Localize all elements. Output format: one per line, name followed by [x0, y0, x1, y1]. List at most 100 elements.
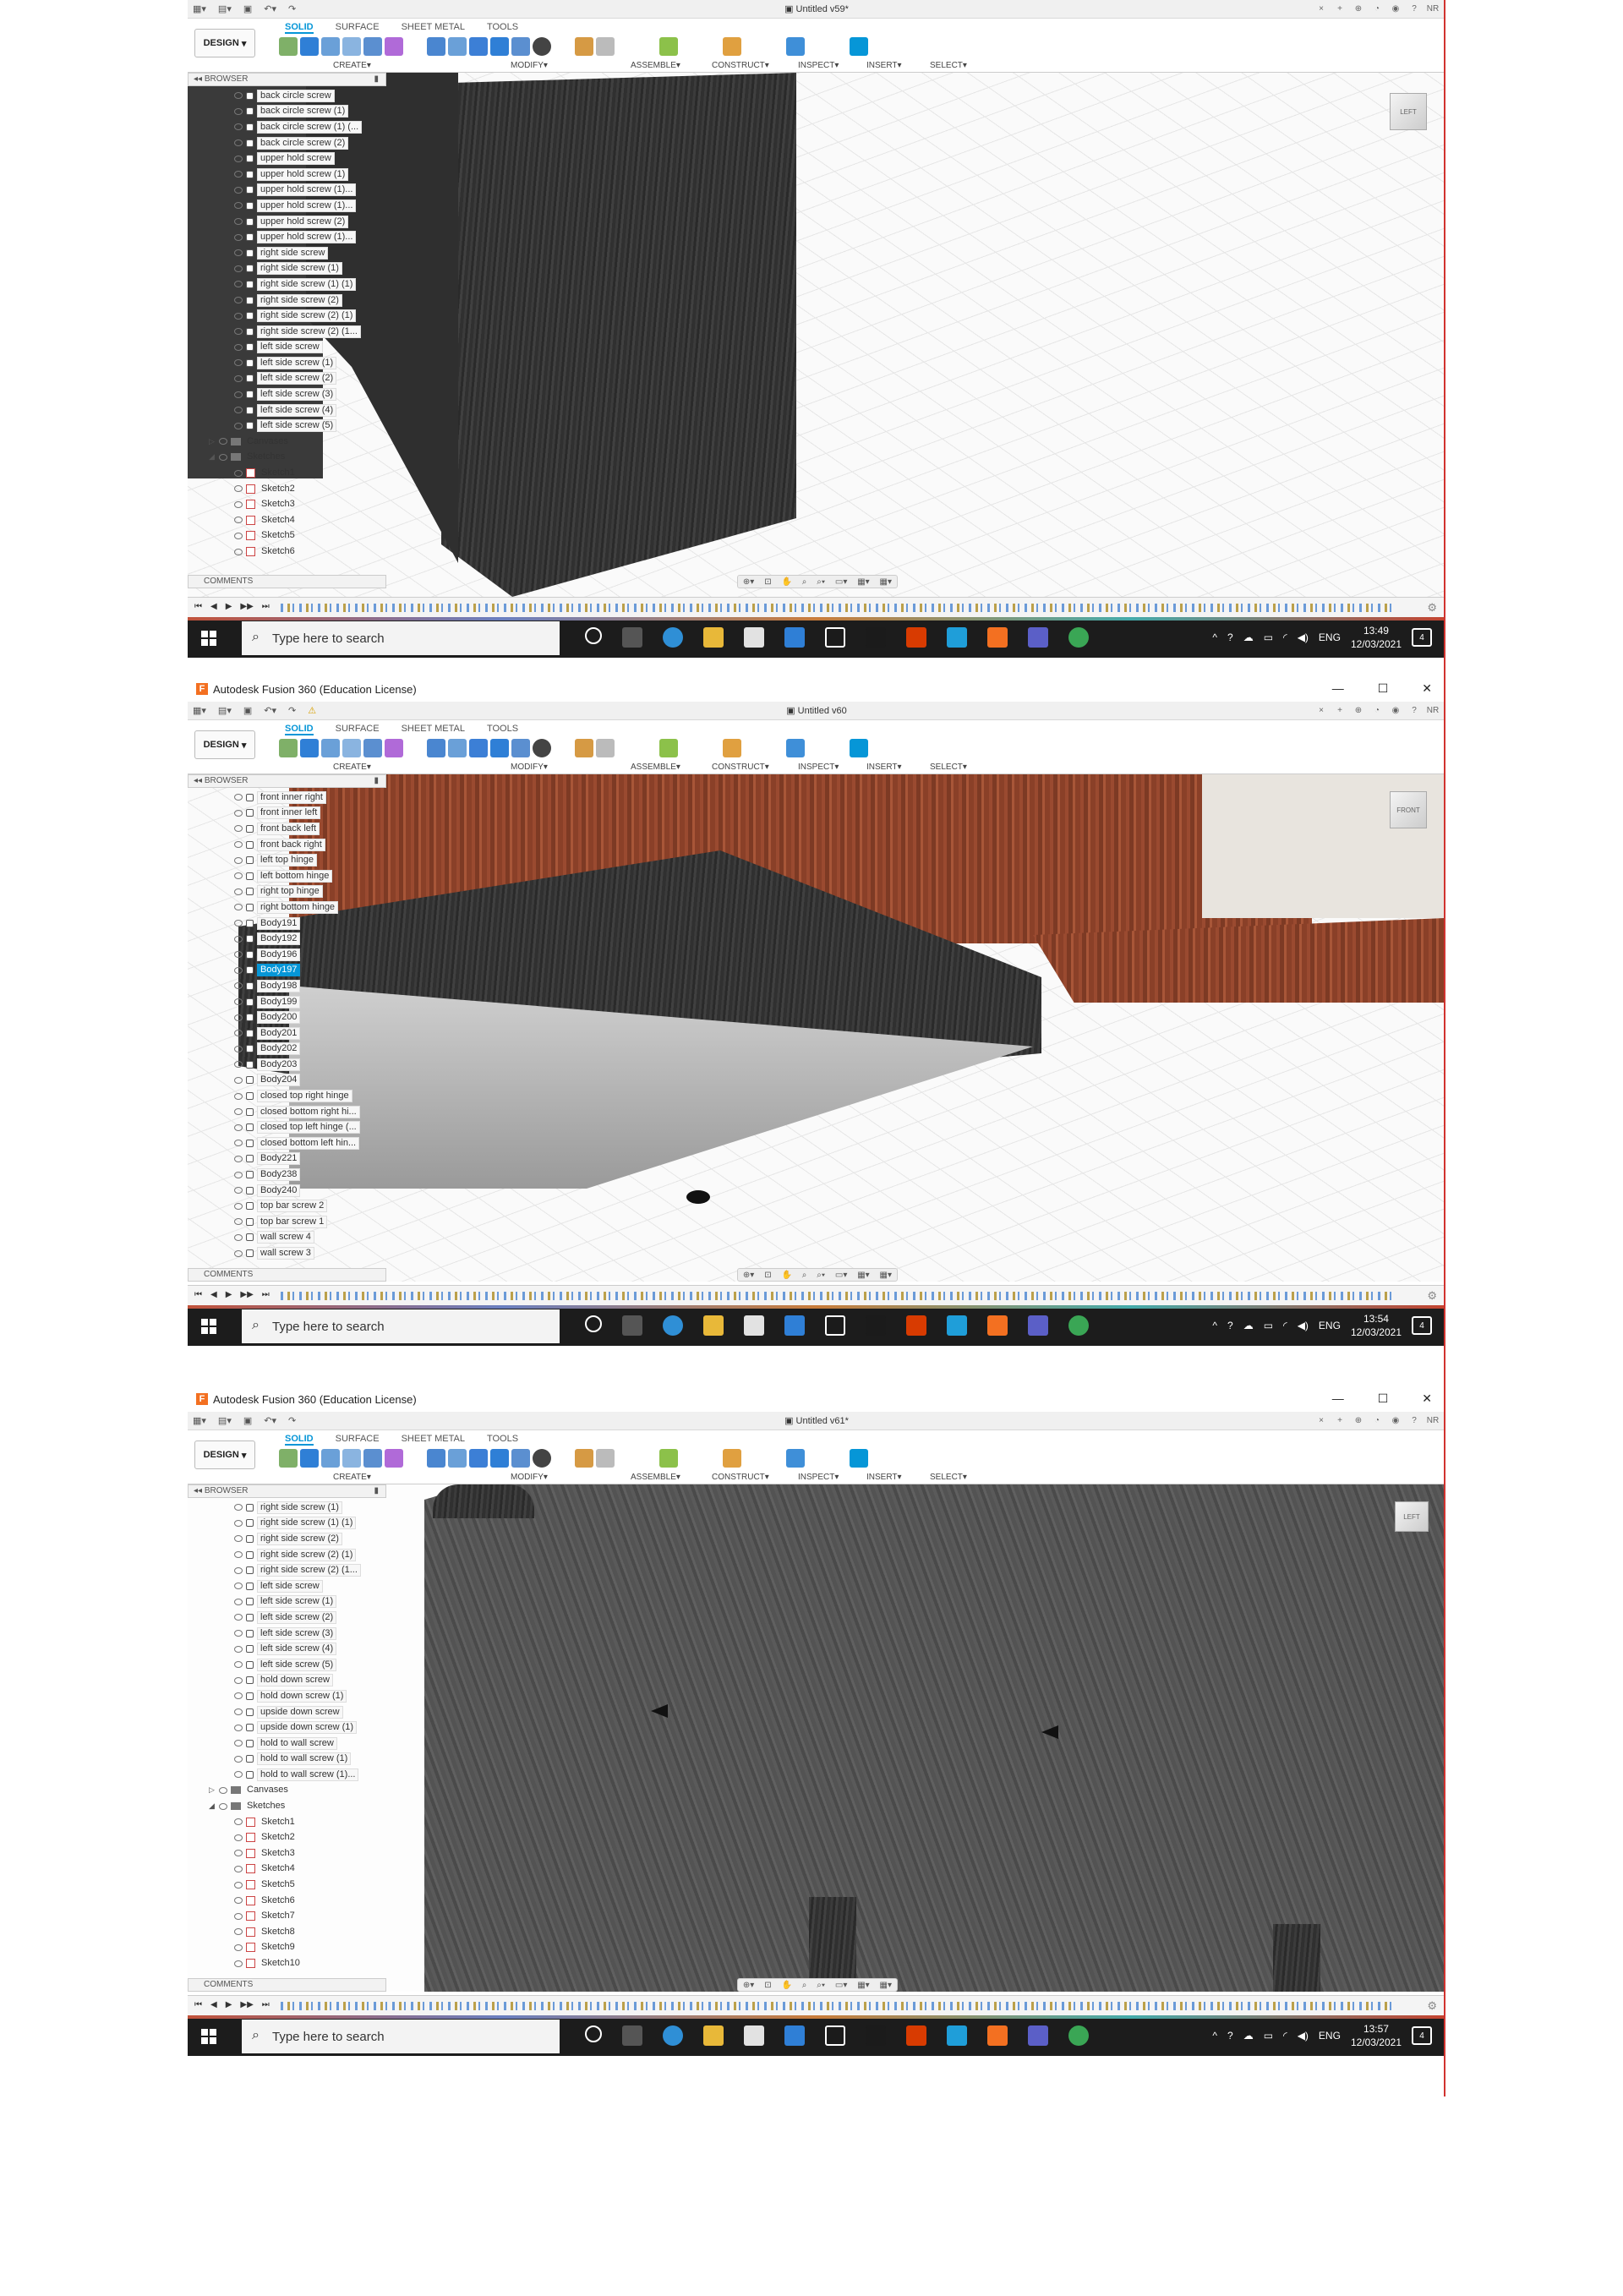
- extrude-icon[interactable]: [300, 1449, 319, 1468]
- browser-item[interactable]: Body200: [234, 1009, 360, 1025]
- new-component-icon[interactable]: [575, 37, 593, 56]
- browser-item[interactable]: left side screw (4): [234, 1641, 361, 1657]
- revolve-icon[interactable]: [321, 1449, 340, 1468]
- chevron-up-icon[interactable]: ^: [1212, 1320, 1217, 1331]
- browser-item[interactable]: right side screw (1): [234, 1500, 361, 1516]
- job-status-icon[interactable]: ◔: [1371, 3, 1383, 14]
- visibility-eye-icon[interactable]: [234, 1943, 243, 1951]
- visibility-eye-icon[interactable]: [234, 1014, 243, 1021]
- zoom-window-icon[interactable]: ⌕▾: [817, 577, 825, 587]
- browser-folder[interactable]: ▷ Canvases: [209, 434, 362, 450]
- shell-icon[interactable]: [490, 37, 509, 56]
- visibility-eye-icon[interactable]: [234, 1897, 243, 1905]
- select-icon[interactable]: [850, 37, 868, 56]
- volume-icon[interactable]: ◀): [1298, 2030, 1309, 2042]
- create-menu[interactable]: CREATE▾: [333, 1473, 371, 1482]
- browser-sketch[interactable]: Sketch10: [234, 1955, 361, 1971]
- edge-icon[interactable]: [663, 1315, 683, 1336]
- visibility-eye-icon[interactable]: [234, 1076, 243, 1084]
- visibility-eye-icon[interactable]: [234, 1045, 243, 1052]
- browser-sketch[interactable]: Sketch4: [234, 1861, 361, 1878]
- hole-icon[interactable]: [342, 1449, 361, 1468]
- combine-icon[interactable]: [511, 37, 530, 56]
- clock[interactable]: 13:57 12/03/2021: [1351, 2022, 1402, 2049]
- last-icon[interactable]: ⏭: [262, 2000, 270, 2009]
- design-workspace-button[interactable]: DESIGN ▾: [194, 29, 255, 57]
- extensions-icon[interactable]: ⊕: [1352, 3, 1364, 14]
- browser-item[interactable]: hold to wall screw (1): [234, 1752, 361, 1768]
- browser-item[interactable]: Body201: [234, 1025, 360, 1041]
- browser-item[interactable]: left side screw: [234, 340, 362, 356]
- notifications-icon[interactable]: ◉: [1390, 3, 1402, 14]
- cloud-icon[interactable]: ☁: [1243, 2030, 1254, 2042]
- browser-item[interactable]: right side screw (2) (1...: [234, 1562, 361, 1578]
- assemble-menu[interactable]: ASSEMBLE▾: [631, 1473, 680, 1482]
- look-at-icon[interactable]: ⊡: [764, 1271, 771, 1280]
- visibility-eye-icon[interactable]: [234, 1202, 243, 1210]
- visibility-eye-icon[interactable]: [234, 1645, 243, 1653]
- modify-menu[interactable]: MODIFY▾: [511, 61, 548, 70]
- visibility-eye-icon[interactable]: [234, 1630, 243, 1637]
- tab-surface[interactable]: SURFACE: [336, 22, 380, 34]
- task-view-icon[interactable]: [622, 627, 642, 648]
- volume-icon[interactable]: ◀): [1298, 1320, 1309, 1331]
- visibility-eye-icon[interactable]: [234, 998, 243, 1006]
- zoom-window-icon[interactable]: ⌕▾: [817, 1981, 825, 1990]
- browser-sketch[interactable]: Sketch4: [234, 512, 362, 528]
- visibility-eye-icon[interactable]: [219, 453, 227, 461]
- visibility-eye-icon[interactable]: [234, 872, 243, 880]
- dropbox-icon[interactable]: [825, 627, 845, 648]
- browser-item[interactable]: Body199: [234, 994, 360, 1010]
- tab-sheet-metal[interactable]: SHEET METAL: [402, 1434, 465, 1446]
- browser-item[interactable]: right side screw (2) (1): [234, 308, 362, 324]
- grid-settings-icon[interactable]: ▦▾: [857, 1981, 869, 1990]
- bolt-icon[interactable]: [866, 2025, 886, 2046]
- comments-panel[interactable]: COMMENTS: [188, 1268, 386, 1282]
- display-icon[interactable]: ▭▾: [835, 1981, 847, 1990]
- browser-sketch[interactable]: Sketch3: [234, 1845, 361, 1861]
- visibility-eye-icon[interactable]: [234, 935, 243, 943]
- first-icon[interactable]: ⏮: [194, 602, 202, 611]
- start-button[interactable]: [201, 2029, 216, 2044]
- inspect-menu[interactable]: INSPECT▾: [798, 1473, 839, 1482]
- store-icon[interactable]: [744, 1315, 764, 1336]
- browser-item[interactable]: hold to wall screw: [234, 1736, 361, 1752]
- help-icon[interactable]: ?: [1227, 2030, 1233, 2042]
- construct-menu[interactable]: CONSTRUCT▾: [712, 1473, 769, 1482]
- minimize-button[interactable]: —: [1332, 681, 1344, 696]
- prev-icon[interactable]: ◀: [210, 2000, 217, 2009]
- visibility-eye-icon[interactable]: [234, 1755, 243, 1763]
- visibility-eye-icon[interactable]: [234, 328, 243, 336]
- visibility-eye-icon[interactable]: [234, 825, 243, 833]
- timeline-settings-icon[interactable]: ⚙: [1427, 1999, 1437, 2013]
- grid-settings-icon[interactable]: ▦▾: [857, 1271, 869, 1280]
- visibility-eye-icon[interactable]: [234, 1692, 243, 1700]
- visibility-eye-icon[interactable]: [234, 904, 243, 911]
- browser-item[interactable]: left side screw (2): [234, 1610, 361, 1626]
- browser-item[interactable]: left top hinge: [234, 852, 360, 868]
- tab-tools[interactable]: TOOLS: [487, 1434, 518, 1446]
- next-icon[interactable]: ▶▶: [240, 2000, 253, 2009]
- joint-icon[interactable]: [596, 739, 615, 757]
- new-sketch-icon[interactable]: [279, 739, 298, 757]
- tab-sheet-metal[interactable]: SHEET METAL: [402, 724, 465, 735]
- fillet-icon[interactable]: [448, 37, 467, 56]
- extrude-icon[interactable]: [300, 739, 319, 757]
- browser-sketch[interactable]: Sketch6: [234, 1893, 361, 1909]
- visibility-eye-icon[interactable]: [234, 312, 243, 320]
- browser-sketch[interactable]: Sketch3: [234, 496, 362, 512]
- close-button[interactable]: ✕: [1422, 1391, 1432, 1406]
- modify-menu[interactable]: MODIFY▾: [511, 763, 548, 772]
- browser-item[interactable]: Body204: [234, 1073, 360, 1089]
- battery-icon[interactable]: ▭: [1264, 2030, 1273, 2042]
- pin-icon[interactable]: ▮: [374, 775, 379, 787]
- timeline-settings-icon[interactable]: ⚙: [1427, 601, 1437, 615]
- visibility-eye-icon[interactable]: [234, 1960, 243, 1967]
- pan-icon[interactable]: ✋: [781, 1981, 791, 1990]
- visibility-eye-icon[interactable]: [234, 1155, 243, 1162]
- measure-icon[interactable]: [723, 1449, 741, 1468]
- chevron-up-icon[interactable]: ^: [1212, 631, 1217, 643]
- visibility-eye-icon[interactable]: [234, 1249, 243, 1257]
- mail-icon[interactable]: [784, 1315, 805, 1336]
- viewports-icon[interactable]: ▦▾: [880, 1981, 892, 1990]
